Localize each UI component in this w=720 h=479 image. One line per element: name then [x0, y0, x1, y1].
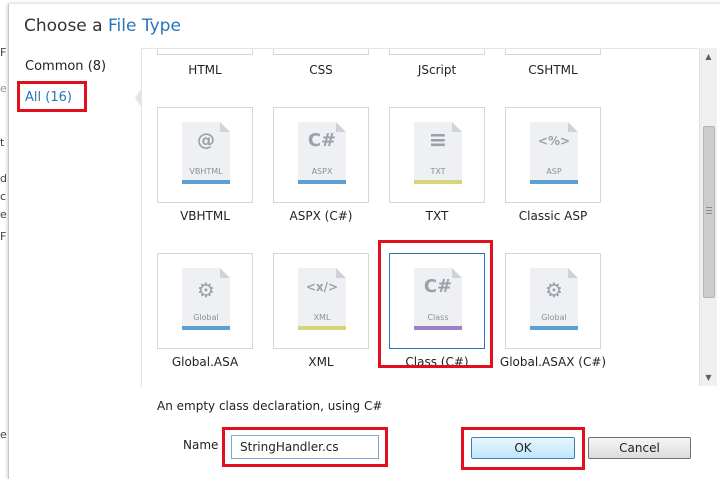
tile-cshtml[interactable]	[505, 49, 601, 55]
scroll-down-arrow-icon[interactable]: ▼	[700, 369, 717, 386]
scroll-thumb[interactable]	[703, 126, 715, 298]
tile-label-html: HTML	[188, 63, 222, 77]
icon-caption: Global	[193, 313, 219, 322]
tile-label-jscript: JScript	[417, 63, 457, 77]
background-text: c	[0, 190, 7, 203]
background-text: t	[0, 136, 5, 149]
name-label: Name	[183, 438, 219, 452]
title-prefix: Choose a	[24, 16, 103, 36]
file-icon-vbhtml: @ VBHTML	[182, 122, 230, 184]
tile-classic-asp[interactable]: <%> ASP	[505, 107, 601, 203]
file-icon-global-asa: ⚙ Global	[182, 268, 230, 330]
tile-label-aspx-cs: ASPX (C#)	[289, 209, 353, 223]
tile-jscript[interactable]	[389, 49, 485, 55]
highlight-box-name	[222, 427, 388, 467]
tile-label-classic-asp: Classic ASP	[518, 209, 588, 223]
file-icon-txt: ≡ TXT	[414, 122, 462, 184]
at-sign-icon: @	[197, 130, 215, 151]
file-icon-xml: <x/> XML	[298, 268, 346, 330]
file-icon-aspx: C# ASPX	[298, 122, 346, 184]
tile-html[interactable]	[157, 49, 253, 55]
tile-label-xml: XML	[308, 355, 334, 369]
text-lines-icon: ≡	[428, 128, 448, 153]
background-text: F	[0, 46, 7, 59]
category-count: (8)	[87, 59, 107, 74]
gear-icon: ⚙	[545, 278, 563, 302]
dialog-title: Choose a File Type	[24, 16, 181, 36]
highlight-box-all	[17, 81, 87, 112]
tile-aspx-cs[interactable]: C# ASPX	[273, 107, 369, 203]
icon-caption: ASP	[546, 167, 562, 176]
cancel-button[interactable]: Cancel	[588, 437, 691, 459]
tile-label-vbhtml: VBHTML	[180, 209, 230, 223]
highlight-box-class	[378, 240, 493, 368]
tile-label-cshtml: CSHTML	[528, 63, 578, 77]
file-icon-global-asax: ⚙ Global	[530, 268, 578, 330]
tile-label-txt: TXT	[425, 209, 449, 223]
tile-css[interactable]	[273, 49, 369, 55]
category-label: Common	[25, 59, 84, 74]
tile-label-global-asax-cs: Global.ASAX (C#)	[499, 355, 607, 369]
scroll-up-arrow-icon[interactable]: ▲	[700, 48, 717, 65]
tile-label-css: CSS	[309, 63, 333, 77]
csharp-icon: C#	[307, 130, 337, 151]
title-highlight: File Type	[108, 16, 181, 36]
tile-label-global-asa: Global.ASA	[171, 355, 239, 369]
tile-vbhtml[interactable]: @ VBHTML	[157, 107, 253, 203]
background-text: d	[0, 172, 7, 185]
file-type-description: An empty class declaration, using C#	[157, 399, 383, 413]
icon-caption: XML	[313, 313, 331, 322]
icon-caption: ASPX	[311, 167, 333, 176]
vertical-scrollbar[interactable]: ▲ ▼	[699, 48, 717, 386]
tile-global-asa[interactable]: ⚙ Global	[157, 253, 253, 349]
choose-file-type-dialog: Choose a File Type Common (8) All (16) H…	[8, 4, 720, 479]
asp-tag-icon: <%>	[537, 134, 571, 148]
icon-caption: TXT	[430, 167, 446, 176]
icon-caption: VBHTML	[189, 167, 223, 176]
tile-xml[interactable]: <x/> XML	[273, 253, 369, 349]
file-icon-asp: <%> ASP	[530, 122, 578, 184]
xml-tag-icon: <x/>	[305, 280, 339, 294]
background-text: F	[0, 230, 7, 243]
tile-txt[interactable]: ≡ TXT	[389, 107, 485, 203]
icon-caption: Global	[541, 313, 567, 322]
gear-icon: ⚙	[197, 278, 215, 302]
category-common[interactable]: Common (8)	[25, 59, 106, 74]
background-text: e	[0, 208, 7, 221]
background-text: e	[0, 82, 7, 95]
highlight-box-ok	[461, 427, 585, 470]
background-text: e	[0, 428, 7, 441]
tile-global-asax-cs[interactable]: ⚙ Global	[505, 253, 601, 349]
